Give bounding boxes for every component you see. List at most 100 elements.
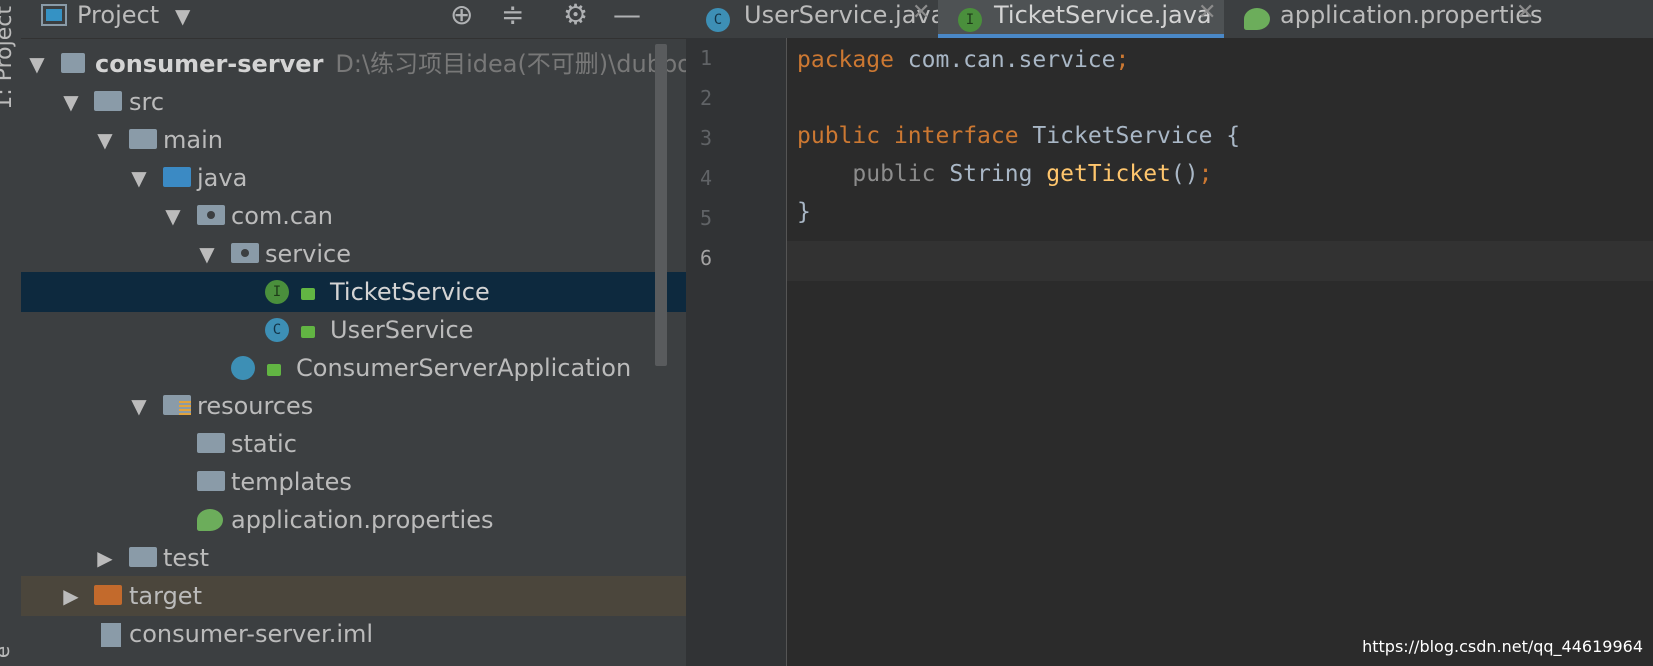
tree-node-service[interactable]: ▼ service — [21, 234, 686, 274]
resources-folder-icon — [163, 395, 191, 415]
lock-icon — [301, 326, 315, 338]
expand-arrow-icon[interactable]: ▼ — [129, 158, 149, 198]
hide-panel-icon[interactable]: — — [613, 0, 641, 30]
close-icon[interactable]: ✕ — [1198, 0, 1216, 28]
expand-arrow-icon[interactable]: ▼ — [61, 82, 81, 122]
spring-boot-app-icon — [231, 356, 255, 380]
tree-node-label: com.can — [231, 202, 333, 230]
expand-arrow-icon[interactable]: ▼ — [95, 120, 115, 160]
tree-node-label: resources — [197, 392, 314, 420]
line-number: 3 — [699, 126, 712, 150]
package-icon — [197, 205, 225, 225]
project-view-selector[interactable]: Project — [77, 1, 159, 29]
tree-node-iml[interactable]: consumer-server.iml — [21, 614, 686, 654]
tree-node-label: TicketService — [330, 278, 490, 306]
project-view-icon — [41, 4, 67, 26]
folder-icon — [94, 91, 122, 111]
tree-node-main[interactable]: ▼ main — [21, 120, 686, 160]
lock-icon — [267, 364, 281, 376]
tree-node-com-can[interactable]: ▼ com.can — [21, 196, 686, 236]
folder-icon — [197, 471, 225, 491]
expand-arrow-icon[interactable]: ▼ — [129, 386, 149, 426]
editor-tab-bar: C UserService.java ✕ I TicketService.jav… — [686, 0, 1653, 39]
line-number: 4 — [699, 166, 712, 190]
tree-node-consumer-server[interactable]: ▼ consumer-server D:\练习项目idea(不可删)\dubbo+ — [21, 44, 686, 84]
project-tool-button[interactable]: 1: Project — [0, 6, 17, 110]
file-icon — [101, 623, 121, 647]
tree-node-label: java — [197, 164, 248, 192]
tree-node-src[interactable]: ▼ src — [21, 82, 686, 122]
spring-properties-icon — [1244, 8, 1270, 30]
code-line[interactable]: public String getTicket(); — [797, 154, 1212, 194]
tree-node-label: src — [129, 88, 165, 116]
tree-node-templates[interactable]: templates — [21, 462, 686, 502]
folder-icon — [197, 433, 225, 453]
code-line[interactable]: } — [797, 192, 811, 232]
package-icon — [231, 243, 259, 263]
tree-node-label: templates — [231, 468, 352, 496]
close-icon[interactable]: ✕ — [1516, 0, 1534, 28]
tree-node-label: target — [129, 582, 202, 610]
chevron-right-icon[interactable]: ▶ — [95, 538, 115, 578]
chevron-down-icon[interactable]: ▼ — [175, 4, 190, 28]
line-number: 2 — [699, 86, 712, 110]
source-folder-icon — [163, 167, 191, 187]
chevron-right-icon[interactable]: ▶ — [61, 576, 81, 616]
folder-icon — [129, 129, 157, 149]
tree-node-test[interactable]: ▶ test — [21, 538, 686, 578]
tree-node-application-properties[interactable]: application.properties — [21, 500, 686, 540]
tree-node-java[interactable]: ▼ java — [21, 158, 686, 198]
tree-node-label: test — [163, 544, 210, 572]
project-panel: Project ▼ ⊕ ≑ ⚙ — ▼ consumer-server D:\练习… — [21, 0, 686, 666]
tree-node-label: service — [265, 240, 351, 268]
module-path: D:\练习项目idea(不可删)\dubbo+ — [335, 50, 686, 78]
tool-window-strip: 1: Project e — [0, 0, 22, 666]
tree-node-label: ConsumerServerApplication — [296, 354, 632, 382]
excluded-folder-icon — [94, 585, 122, 605]
spring-properties-icon — [197, 509, 223, 531]
line-number: 5 — [699, 206, 712, 230]
tree-node-target[interactable]: ▶ target — [21, 576, 686, 616]
current-line-highlight — [787, 241, 1653, 281]
tree-node-label: UserService — [330, 316, 474, 344]
class-icon: C — [706, 8, 730, 32]
expand-arrow-icon[interactable]: ▼ — [197, 234, 217, 274]
tree-node-resources[interactable]: ▼ resources — [21, 386, 686, 426]
line-number: 1 — [699, 46, 712, 70]
collapse-all-icon[interactable]: ≑ — [501, 0, 524, 30]
code-line[interactable]: public interface TicketService { — [797, 116, 1240, 156]
module-name: consumer-server — [95, 50, 324, 78]
module-folder-icon — [61, 53, 85, 73]
gear-icon[interactable]: ⚙ — [563, 0, 588, 30]
expand-arrow-icon[interactable]: ▼ — [27, 44, 47, 84]
interface-icon: I — [265, 280, 289, 304]
tab-label: TicketService.java — [994, 1, 1212, 29]
tab-application-properties[interactable]: application.properties ✕ — [1224, 0, 1544, 38]
close-icon[interactable]: ✕ — [912, 0, 930, 28]
tree-node-label: consumer-server.iml — [129, 620, 374, 648]
tree-node-ticketservice[interactable]: I TicketService — [21, 272, 686, 312]
expand-arrow-icon[interactable]: ▼ — [163, 196, 183, 236]
tree-node-label: main — [163, 126, 223, 154]
line-number-gutter: 1 2 3 4 5 6 — [686, 38, 787, 666]
tree-scrollbar[interactable] — [655, 44, 667, 366]
bottom-tool-button[interactable]: e — [0, 646, 14, 658]
tree-node-label: static — [231, 430, 297, 458]
code-editor[interactable]: package com.can.service; public interfac… — [787, 38, 1653, 666]
tree-node-label: application.properties — [231, 506, 494, 534]
code-line[interactable]: package com.can.service; — [797, 40, 1129, 80]
folder-icon — [129, 547, 157, 567]
tab-label: application.properties — [1280, 1, 1543, 29]
locate-file-icon[interactable]: ⊕ — [450, 0, 473, 30]
interface-icon: I — [958, 8, 982, 32]
tab-ticketservice[interactable]: I TicketService.java ✕ — [938, 0, 1224, 38]
watermark-text: https://blog.csdn.net/qq_44619964 — [1362, 637, 1643, 656]
tree-node-consumerserverapplication[interactable]: ConsumerServerApplication — [21, 348, 686, 388]
line-number: 6 — [699, 246, 712, 270]
tab-userservice[interactable]: C UserService.java ✕ — [686, 0, 945, 38]
lock-icon — [301, 288, 315, 300]
class-icon: C — [265, 318, 289, 342]
tree-node-static[interactable]: static — [21, 424, 686, 464]
project-panel-header: Project ▼ ⊕ ≑ ⚙ — — [21, 0, 686, 39]
tree-node-userservice[interactable]: C UserService — [21, 310, 686, 350]
